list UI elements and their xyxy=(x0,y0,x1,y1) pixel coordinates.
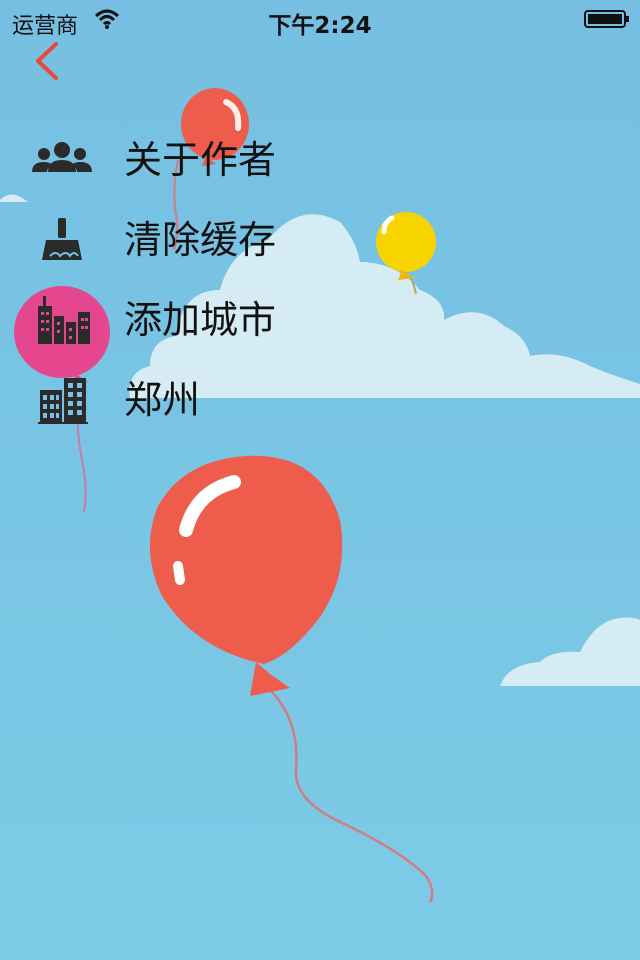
menu-item-label: 添加城市 xyxy=(124,298,277,342)
menu-item-city[interactable]: 郑州 xyxy=(0,370,360,430)
menu-item-label: 关于作者 xyxy=(124,138,277,182)
building-icon xyxy=(38,378,88,424)
back-button[interactable] xyxy=(28,38,68,84)
group-users-icon xyxy=(32,142,92,172)
battery-icon xyxy=(584,10,629,28)
menu-item-add-city[interactable]: 添加城市 xyxy=(0,290,360,350)
menu-item-about-author[interactable]: 关于作者 xyxy=(0,130,360,190)
chevron-left-icon xyxy=(36,42,58,80)
menu-item-label: 清除缓存 xyxy=(124,218,277,262)
status-time: 下午2:24 xyxy=(268,13,372,39)
status-bar: 运营商 下午2:24 xyxy=(0,0,640,40)
menu-item-clear-cache[interactable]: 清除缓存 xyxy=(0,210,360,270)
broom-icon xyxy=(42,218,82,260)
menu-item-label: 郑州 xyxy=(124,378,201,422)
city-skyline-icon xyxy=(38,296,90,344)
